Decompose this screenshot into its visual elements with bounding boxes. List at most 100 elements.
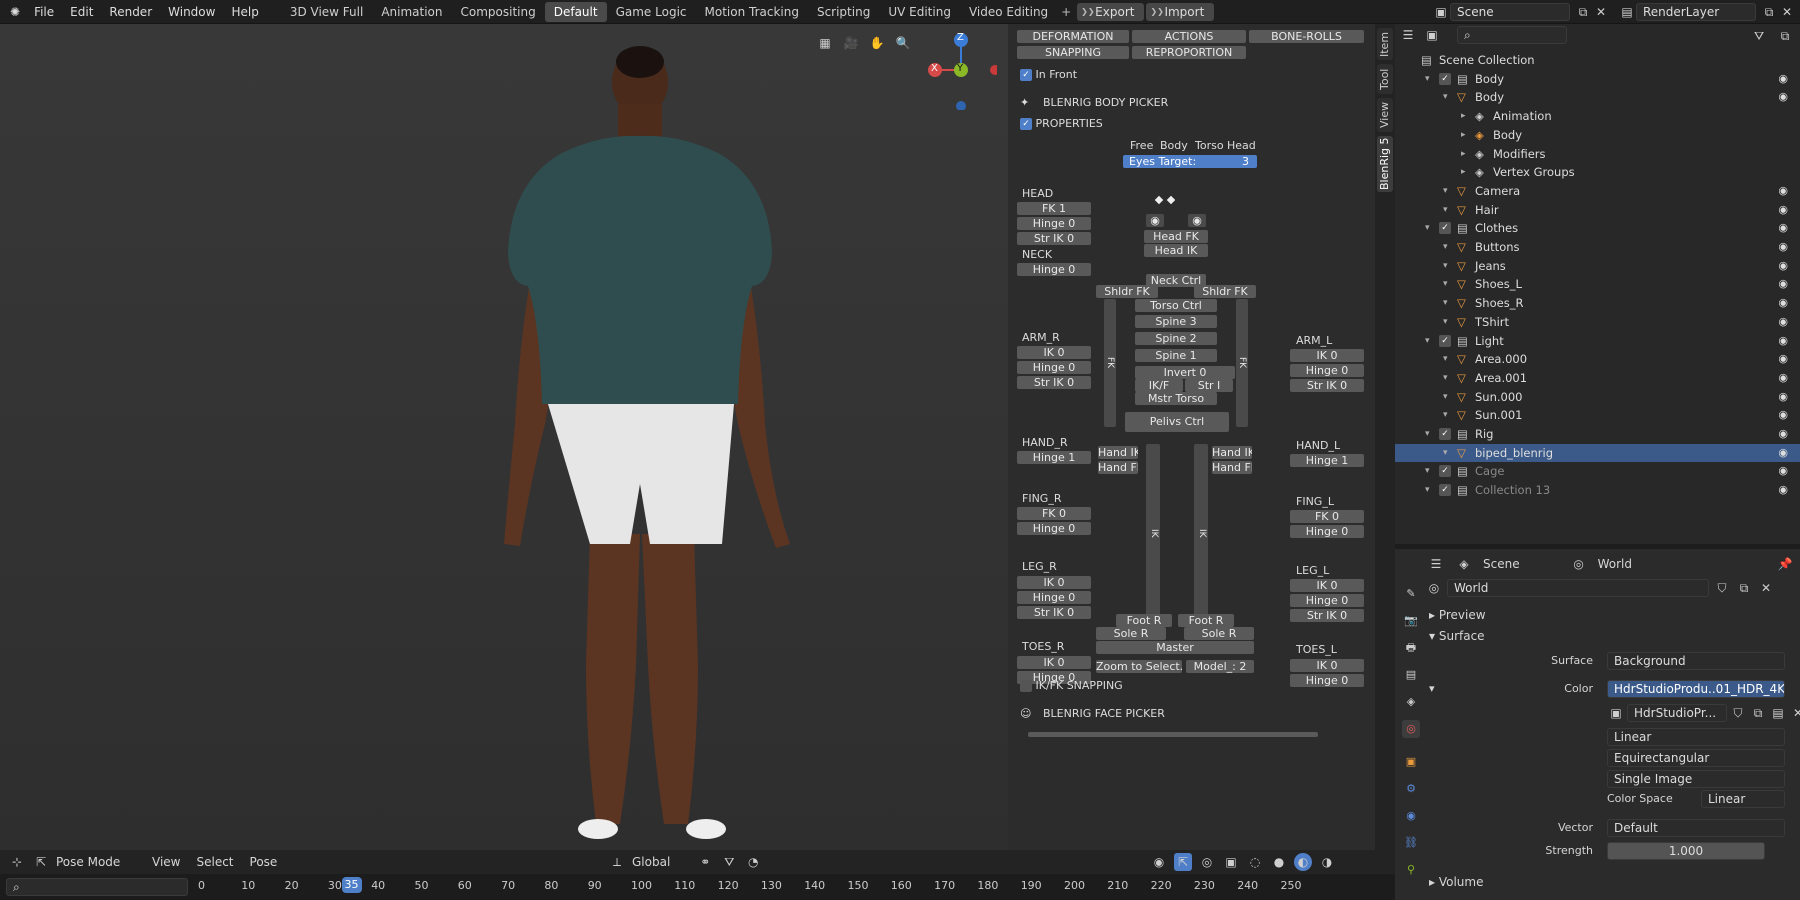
- hand-r-hinge-button[interactable]: Hinge 1: [1017, 451, 1091, 464]
- view-menu[interactable]: View: [152, 855, 180, 869]
- vector-field[interactable]: Default: [1607, 819, 1785, 837]
- visibility-eye-icon[interactable]: ◉: [1778, 313, 1788, 332]
- projection-select[interactable]: Equirectangular: [1607, 749, 1785, 767]
- expand-arrow-icon[interactable]: ▾: [1443, 257, 1448, 276]
- hand-ik-r-bone[interactable]: Hand IK: [1098, 446, 1138, 459]
- source-select[interactable]: Single Image: [1607, 770, 1785, 788]
- xray-icon[interactable]: ▣: [1222, 853, 1240, 871]
- snap-icon[interactable]: ⛛: [720, 853, 738, 871]
- expand-arrow-icon[interactable]: ▾: [1425, 70, 1430, 89]
- expand-arrow-icon[interactable]: ▾: [1443, 238, 1448, 257]
- tab-uv-editing[interactable]: UV Editing: [879, 2, 960, 22]
- outliner-row[interactable]: ▸ ◈ Vertex Groups: [1395, 163, 1800, 182]
- expand-arrow-icon[interactable]: ▾: [1425, 462, 1430, 481]
- sole-r2-bone[interactable]: Sole R: [1184, 627, 1254, 640]
- collection-checkbox[interactable]: ✓: [1439, 465, 1451, 478]
- toes-l-hinge-button[interactable]: Hinge 0: [1290, 674, 1364, 687]
- tab-compositing[interactable]: Compositing: [452, 2, 545, 22]
- outliner-row[interactable]: ▾ ✓ ▤ Light ◉: [1395, 332, 1800, 351]
- head-hinge-button[interactable]: Hinge 0: [1017, 217, 1091, 230]
- delete-scene-icon[interactable]: ✕: [1592, 3, 1610, 21]
- actions-button[interactable]: ACTIONS: [1132, 30, 1246, 43]
- preview-section[interactable]: ▸ Preview: [1429, 608, 1486, 622]
- spine2-bone[interactable]: Spine 2: [1135, 332, 1217, 345]
- arm-r-chain[interactable]: FK: [1104, 299, 1116, 427]
- ikf-button[interactable]: IK/F: [1135, 379, 1183, 392]
- tab-game-logic[interactable]: Game Logic: [607, 2, 696, 22]
- tab-scripting[interactable]: Scripting: [808, 2, 879, 22]
- space-free[interactable]: Free: [1130, 139, 1153, 152]
- tab-blenrig[interactable]: BlenRig 5: [1377, 136, 1393, 192]
- expand-arrow-icon[interactable]: ▸: [1461, 163, 1466, 182]
- space-torso[interactable]: Torso: [1195, 139, 1224, 152]
- model-field[interactable]: Model_: 2: [1186, 660, 1254, 673]
- fing-l-hinge-button[interactable]: Hinge 0: [1290, 525, 1364, 538]
- expand-arrow-icon[interactable]: ▾: [1443, 201, 1448, 220]
- visibility-eye-icon[interactable]: ◉: [1778, 70, 1788, 89]
- visibility-eye-icon[interactable]: ◉: [1778, 201, 1788, 220]
- arm-r-str-ik-button[interactable]: Str IK 0: [1017, 376, 1091, 389]
- fing-l-fk-button[interactable]: FK 0: [1290, 510, 1364, 523]
- outliner-row[interactable]: ▾ ▽ Buttons ◉: [1395, 238, 1800, 257]
- visibility-eye-icon[interactable]: ◉: [1778, 332, 1788, 351]
- breadcrumb-scene[interactable]: Scene: [1483, 557, 1520, 571]
- str-button[interactable]: Str I: [1185, 379, 1233, 392]
- constraint-tab-icon[interactable]: ⛓: [1402, 834, 1420, 852]
- renderlayer-icon[interactable]: ▤: [1618, 3, 1636, 21]
- expand-arrow-icon[interactable]: ▾: [1443, 313, 1448, 332]
- visibility-eye-icon[interactable]: ◉: [1778, 369, 1788, 388]
- fing-r-hinge-button[interactable]: Hinge 0: [1017, 522, 1091, 535]
- visibility-eye-icon[interactable]: ◉: [1778, 238, 1788, 257]
- image-fake-user-icon[interactable]: ⛉: [1729, 704, 1747, 722]
- eye-l-icon[interactable]: ◉: [1188, 214, 1206, 227]
- renderlayer-field[interactable]: RenderLayer: [1636, 2, 1756, 21]
- leg-l-ik-button[interactable]: IK 0: [1290, 579, 1364, 592]
- outliner-row[interactable]: ▸ ◈ Body: [1395, 126, 1800, 145]
- world-name-field[interactable]: World: [1447, 579, 1709, 597]
- image-name-field[interactable]: HdrStudioPr...: [1627, 704, 1727, 722]
- visibility-icon[interactable]: ◉: [1150, 853, 1168, 871]
- outliner-row[interactable]: ▾ ▽ TShirt ◉: [1395, 313, 1800, 332]
- in-front-checkbox[interactable]: ✓: [1020, 69, 1032, 81]
- leg-r-hinge-button[interactable]: Hinge 0: [1017, 591, 1091, 604]
- outliner-row[interactable]: ▾ ▽ Sun.000 ◉: [1395, 388, 1800, 407]
- current-frame-indicator[interactable]: 35: [341, 877, 362, 893]
- select-menu[interactable]: Select: [196, 855, 233, 869]
- tab-video-editing[interactable]: Video Editing: [960, 2, 1057, 22]
- image-icon[interactable]: ▣: [1607, 704, 1625, 722]
- outliner-row[interactable]: ▾ ▽ Shoes_L ◉: [1395, 275, 1800, 294]
- outliner-row[interactable]: ▸ ◈ Animation: [1395, 107, 1800, 126]
- outliner-row[interactable]: ▸ ◈ Modifiers: [1395, 145, 1800, 164]
- menu-render[interactable]: Render: [101, 0, 160, 24]
- overlay-icon[interactable]: ◎: [1198, 853, 1216, 871]
- editor-type-3d-icon[interactable]: ⊹: [8, 853, 26, 871]
- export-button[interactable]: Export: [1077, 2, 1145, 21]
- proportional-icon[interactable]: ◔: [744, 853, 762, 871]
- leg-l-hinge-button[interactable]: Hinge 0: [1290, 594, 1364, 607]
- expand-arrow-icon[interactable]: ▾: [1443, 444, 1448, 463]
- outliner-row[interactable]: ▾ ▽ Body ◉: [1395, 88, 1800, 107]
- scene-field[interactable]: Scene: [1450, 2, 1570, 21]
- head-ik-bone[interactable]: Head IK: [1144, 244, 1208, 257]
- expand-arrow-icon[interactable]: ▾: [1443, 294, 1448, 313]
- head-str-ik-button[interactable]: Str IK 0: [1017, 232, 1091, 245]
- 3d-viewport[interactable]: ▦ 🎥 ✋ 🔍 Z X Y: [0, 24, 1008, 864]
- props-editor-icon[interactable]: ☰: [1427, 555, 1445, 573]
- arm-r-hinge-button[interactable]: Hinge 0: [1017, 361, 1091, 374]
- import-button[interactable]: Import: [1146, 2, 1215, 21]
- colorspace-select[interactable]: Linear: [1701, 790, 1785, 808]
- unlink-world-icon[interactable]: ✕: [1757, 579, 1775, 597]
- visibility-eye-icon[interactable]: ◉: [1778, 182, 1788, 201]
- expand-arrow-icon[interactable]: ▾: [1443, 406, 1448, 425]
- new-collection-icon[interactable]: ⧉: [1776, 27, 1794, 45]
- view-layer-tab-icon[interactable]: ▤: [1402, 666, 1420, 684]
- blender-logo-icon[interactable]: ✺: [0, 0, 26, 24]
- image-duplicate-icon[interactable]: ⧉: [1749, 704, 1767, 722]
- scene-tab-icon[interactable]: ◈: [1402, 693, 1420, 711]
- collection-checkbox[interactable]: ✓: [1439, 428, 1451, 440]
- surface-field[interactable]: Background: [1607, 652, 1785, 670]
- arm-l-hinge-button[interactable]: Hinge 0: [1290, 364, 1364, 377]
- expand-arrow-icon[interactable]: ▸: [1461, 145, 1466, 164]
- visibility-eye-icon[interactable]: ◉: [1778, 444, 1788, 463]
- scene-icon[interactable]: ▣: [1432, 3, 1450, 21]
